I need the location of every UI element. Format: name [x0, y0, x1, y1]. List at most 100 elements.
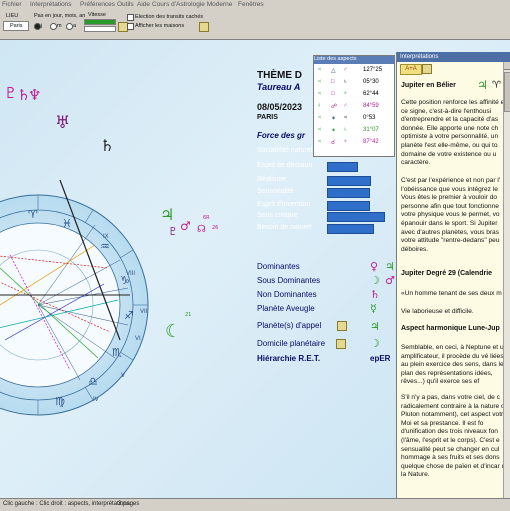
- aspect-row[interactable]: ♃ △ ♂ 127°25: [317, 67, 393, 77]
- menu-fichier[interactable]: Fichier: [2, 1, 22, 8]
- radio-an[interactable]: [66, 23, 73, 30]
- jupiter-icon[interactable]: ♃: [160, 207, 174, 223]
- sign-scorpio-icon: ♏: [112, 346, 122, 359]
- domicile-label: Domicile planétaire: [257, 339, 326, 348]
- aspect-row[interactable]: ♀ ☍ ♂ 84°59: [317, 103, 393, 113]
- radio-an-label: a: [73, 23, 77, 29]
- interp-quote: «Un homme tenant de ses deux m: [401, 290, 502, 297]
- aspect-planet-a: ♃: [317, 115, 322, 121]
- aspect-planet-b: ♄: [343, 79, 348, 85]
- interpretations-panel: Interprétations A+A Jupiter en Bélier ♃ …: [396, 52, 510, 498]
- theme-date: 08/05/2023: [257, 102, 303, 112]
- aspect-planet-b: ♆: [343, 139, 348, 145]
- house-6: VI: [135, 336, 141, 342]
- radio-jour[interactable]: [34, 23, 41, 30]
- trait-bar: [327, 176, 371, 186]
- speed-label: Vitesse: [88, 12, 106, 18]
- aspect-row[interactable]: ♃ □ ♄ 05°30: [317, 79, 393, 89]
- font-size-button[interactable]: A+A: [400, 64, 422, 75]
- aspects-panel: Liste des aspects ♃ △ ♂ 127°25 ♃ □ ♄ 05°…: [313, 55, 395, 157]
- scroll-up-button[interactable]: [504, 62, 510, 70]
- interpretations-scrollbar[interactable]: [503, 62, 510, 498]
- aspect-value: 05°30: [363, 79, 379, 85]
- menu-preferences[interactable]: Préférences: [80, 1, 115, 8]
- domicile-button[interactable]: [336, 339, 346, 349]
- moon-icon[interactable]: ☾: [165, 323, 181, 341]
- sign-aquarius-icon: ♒: [100, 240, 110, 253]
- trait-label: Réalisme: [257, 176, 287, 183]
- trait-label: Esprit d'invention: [257, 201, 311, 208]
- mars-icon[interactable]: ♂: [180, 220, 191, 232]
- aspect-row[interactable]: ♃ ✶ ♃ 0°53: [317, 115, 393, 125]
- ret-value: epER: [370, 354, 391, 363]
- radio-mois[interactable]: [50, 23, 57, 30]
- sous-dominantes-label: Sous Dominantes: [257, 276, 321, 285]
- speed-slider[interactable]: [84, 19, 116, 25]
- neptune-icon[interactable]: ♆: [28, 88, 41, 103]
- pluto-small-icon[interactable]: ♇: [168, 226, 178, 237]
- aspect-row[interactable]: ♃ ☌ ♆ 87°42: [317, 139, 393, 149]
- aspect-planet-b: ♄: [343, 127, 348, 133]
- menu-aide[interactable]: Aide: [137, 1, 150, 8]
- moon-subdominant-icon: ☽: [370, 274, 380, 287]
- toolbar-small-button[interactable]: [422, 64, 432, 74]
- pluto-icon[interactable]: ♇: [4, 86, 17, 101]
- house-8: VIII: [126, 271, 135, 277]
- non-dominantes-label: Non Dominantes: [257, 290, 317, 299]
- house-5: V: [121, 373, 125, 379]
- venus-icon[interactable]: ☊: [197, 225, 206, 235]
- radio-mois-label: m: [57, 23, 62, 29]
- aspect-row[interactable]: ♃ □ ♆ 62°44: [317, 91, 393, 101]
- interp-paragraph-1: Cette position renforce les affinité et …: [401, 99, 507, 167]
- menu-interpretations[interactable]: Interprétations: [30, 1, 72, 8]
- aspect-value: 87°42: [363, 139, 379, 145]
- trait-bar: [327, 188, 370, 198]
- aspects-panel-title: Liste des aspects: [314, 56, 394, 64]
- menu-outils[interactable]: Outils: [117, 1, 134, 8]
- trait-label: Sensorialité: [257, 188, 294, 195]
- interp-heading-degree: Jupiter Degré 29 (Calendrie: [401, 270, 493, 277]
- trait-label: Esprit de décision: [257, 162, 313, 169]
- aspect-planet-a: ♃: [317, 139, 322, 145]
- saturn-nondominant-icon: ♄: [370, 288, 380, 301]
- hidden-transits-checkbox[interactable]: [127, 14, 134, 21]
- sign-pisces-icon: ♓: [62, 217, 72, 230]
- menu-fenetres[interactable]: Fenêtres: [238, 1, 264, 8]
- aspect-planet-a: ♃: [317, 91, 322, 97]
- saturn-icon[interactable]: ♄: [100, 138, 114, 154]
- apply-button[interactable]: [199, 22, 209, 32]
- interp-paragraph-2: C'est par l'expérience et non par l' l'o…: [401, 177, 501, 253]
- aspect-type: ✶: [331, 116, 337, 122]
- planete-aveugle-label: Planète Aveugle: [257, 304, 315, 313]
- venus-dominant-icon: ♀: [370, 260, 379, 273]
- show-houses-label: Afficher les maisons: [135, 23, 185, 29]
- uranus-icon[interactable]: ♅: [55, 115, 70, 132]
- aspect-planet-a: ♃: [317, 67, 322, 73]
- jupiter-dominant-icon: ♃: [385, 260, 395, 273]
- show-houses-checkbox[interactable]: [127, 23, 134, 30]
- house-4: IV: [93, 397, 99, 403]
- mercury-blind-icon: ☿: [370, 302, 377, 315]
- aspect-planet-b: ♂: [343, 103, 348, 109]
- speed-track[interactable]: [84, 26, 116, 32]
- radio-jour-label: j: [41, 23, 43, 29]
- aspect-planet-a: ♃: [317, 79, 322, 85]
- menu-cours[interactable]: Cours d'Astrologie Moderne: [152, 1, 232, 8]
- interpretations-title: Interprétations: [397, 52, 510, 62]
- city-field[interactable]: Paris: [3, 21, 29, 31]
- interp-paragraph-3: Vie laborieuse et difficile.: [401, 308, 474, 315]
- jupiter-interp-icon: ♃: [477, 78, 488, 92]
- dominantes-label: Dominantes: [257, 262, 300, 271]
- step-label: Pas en jour, mois, an: [34, 13, 86, 19]
- planetes-appel-button[interactable]: [337, 321, 347, 331]
- city-value: Paris: [10, 23, 23, 29]
- aspect-value: 84°59: [363, 103, 379, 109]
- forces-label: Force des gr: [257, 131, 306, 140]
- sign-aries-icon: ♈: [28, 208, 38, 221]
- aspect-value: 31°07: [363, 127, 379, 133]
- aspect-planet-a: ♃: [317, 127, 322, 133]
- scroll-thumb[interactable]: [504, 72, 510, 112]
- aspect-row[interactable]: ♃ ✶ ♄ 31°07: [317, 127, 393, 137]
- trait-bar: [327, 201, 370, 211]
- house-7: VII: [140, 309, 148, 315]
